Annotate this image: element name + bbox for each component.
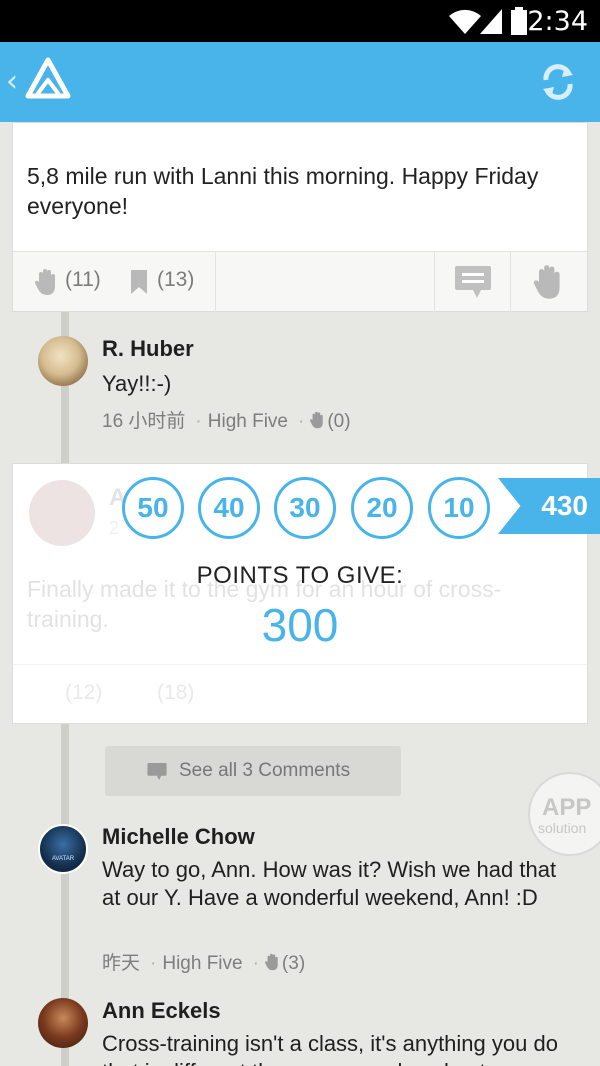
comment-text: Yay!!:-) [102,371,172,396]
comment-icon [147,763,167,780]
status-bar: 2:34 [0,0,600,42]
back-chevron-icon[interactable]: ‹ [6,64,18,99]
see-all-comments-button[interactable]: See all 3 Comments [105,746,401,796]
high-five-count: (0) [327,411,351,432]
bookmark-icon[interactable] [130,270,148,294]
avatar[interactable] [38,336,88,386]
comment-author[interactable]: R. Huber [102,336,194,362]
bookmark-count: (18) [157,681,195,704]
points-option-10[interactable]: 10 [428,477,490,539]
separator-dot: · [150,953,157,974]
comment-text: Way to go, Ann. How was it? Wish we had … [102,857,557,910]
separator-dot: · [195,411,202,432]
separator-dot: · [298,411,305,432]
high-five-count: (3) [281,953,306,974]
comment-item: R. Huber Yay!!:-) 16 小时前 · High Five · (0) [0,330,600,440]
comment-author[interactable]: Michelle Chow [102,824,255,850]
comment-icon[interactable] [455,266,491,298]
high-five-count: (11) [65,268,101,291]
points-option-50[interactable]: 50 [122,477,184,539]
avatar-text: AVATAR [51,856,75,862]
high-five-count: (12) [65,681,103,704]
high-five-icon[interactable] [35,268,57,296]
battery-icon [511,7,527,35]
points-option-40[interactable]: 40 [198,477,260,539]
high-five-link[interactable]: High Five [162,953,242,974]
comment-item: Ann Eckels Cross-training isn't a class,… [0,996,600,1066]
app-bar: ‹ [0,42,600,122]
points-to-give-label: POINTS TO GIVE: [196,562,404,589]
comment-time: 16 小时前 [102,411,186,432]
post-action-row: (11) (13) [13,251,587,312]
comment-author[interactable]: Ann Eckels [102,998,221,1024]
bookmark-count: (13) [157,268,195,291]
post-text: 5,8 mile run with Lanni this morning. Ha… [27,163,539,219]
see-all-comments-label: See all 3 Comments [179,760,351,781]
points-option-20[interactable]: 20 [351,477,413,539]
divider [510,252,511,312]
comment-meta: 16 小时前 · High Five · (0) [102,406,355,433]
comment-meta: 昨天 · High Five · (3) [102,948,309,975]
high-five-small-icon [310,411,324,429]
high-five-small-icon [264,953,278,971]
points-to-give-value: 300 [261,599,339,651]
comment-text: Cross-training isn't a class, it's anyth… [102,1031,558,1066]
comment-time: 昨天 [102,953,141,974]
high-five-action-icon[interactable] [533,264,563,300]
divider [215,252,216,312]
avatar[interactable]: AVATAR [38,824,88,874]
points-option-30[interactable]: 30 [274,477,336,539]
avatar[interactable] [38,998,88,1048]
high-five-link[interactable]: High Five [208,411,288,432]
signal-icon [480,9,502,34]
post-action-row: (12) (18) [13,664,587,724]
comment-item: AVATAR Michelle Chow Way to go, Ann. How… [0,820,600,980]
watermark-text: APP [542,794,592,821]
separator-dot: · [252,953,259,974]
app-logo-icon[interactable] [24,56,72,106]
wifi-icon [449,9,481,35]
post-card[interactable]: 5,8 mile run with Lanni this morning. Ha… [12,122,588,312]
clock-time: 2:34 [527,6,588,37]
refresh-icon[interactable] [538,62,578,102]
divider [434,252,435,312]
